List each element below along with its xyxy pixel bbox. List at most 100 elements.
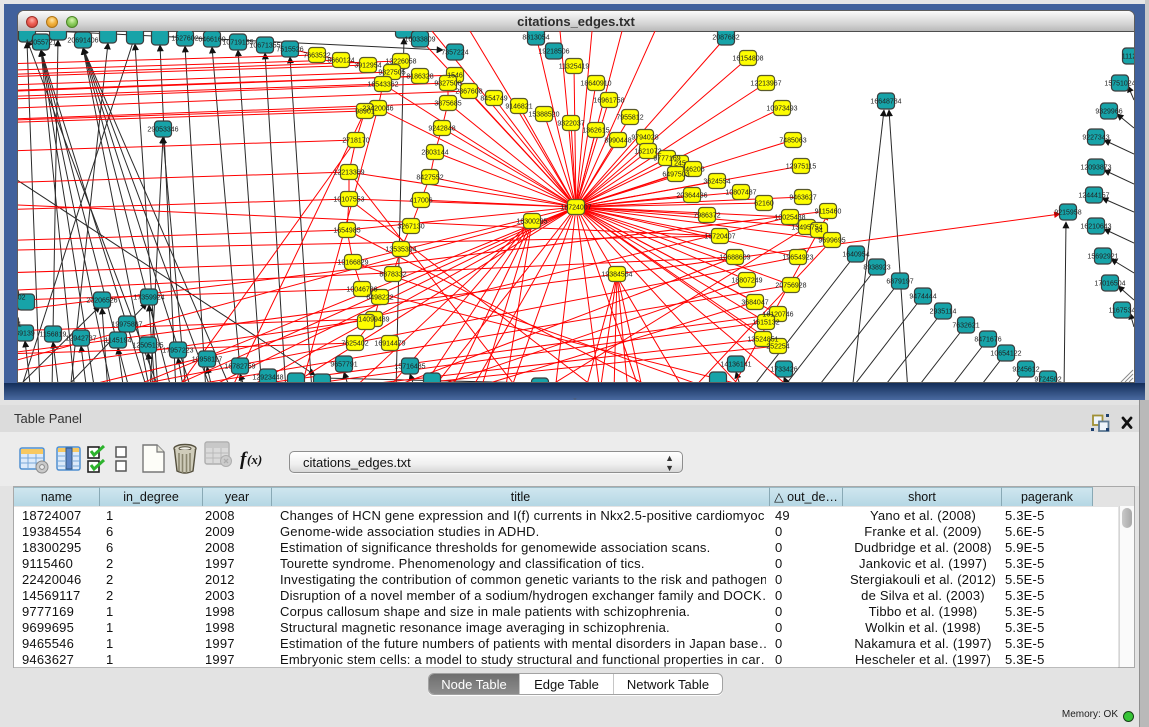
svg-text:10046786: 10046786: [346, 287, 377, 294]
svg-text:2367608: 2367608: [455, 89, 482, 96]
svg-text:2935114: 2935114: [930, 309, 957, 316]
svg-text:17016504: 17016504: [1094, 281, 1125, 288]
svg-text:7485063: 7485063: [779, 138, 806, 145]
svg-text:6879197: 6879197: [886, 279, 913, 286]
svg-text:98901: 98901: [355, 109, 375, 116]
svg-text:12213967: 12213967: [750, 81, 781, 88]
svg-text:18724007: 18724007: [560, 205, 591, 212]
svg-text:62160: 62160: [754, 201, 774, 208]
svg-text:417006: 417006: [409, 198, 432, 205]
svg-text:3912954: 3912954: [354, 63, 381, 70]
svg-text:12942737: 12942737: [65, 336, 96, 343]
svg-text:10958117: 10958117: [192, 357, 223, 364]
svg-text:16782759: 16782759: [224, 364, 255, 371]
svg-text:8990448: 8990448: [604, 138, 631, 145]
svg-text:19218506: 19218506: [538, 49, 569, 56]
svg-text:8938923: 8938923: [863, 265, 890, 272]
svg-text:20691406: 20691406: [67, 38, 98, 45]
svg-text:10654122: 10654122: [990, 351, 1021, 358]
svg-text:2803144: 2803144: [421, 150, 448, 157]
svg-text:9215958: 9215958: [1054, 210, 1081, 217]
svg-text:8813054: 8813054: [522, 35, 549, 42]
svg-text:13226058: 13226058: [385, 59, 416, 66]
svg-text:11124: 11124: [1122, 54, 1134, 61]
svg-text:14055721: 14055721: [25, 40, 56, 47]
svg-text:7986372: 7986372: [693, 213, 720, 220]
svg-text:11325419: 11325419: [559, 64, 590, 71]
svg-text:2087682: 2087682: [712, 35, 739, 42]
svg-text:9245612: 9245612: [1012, 367, 1039, 374]
svg-text:435061: 435061: [18, 322, 22, 329]
svg-text:16210643: 16210643: [1080, 224, 1111, 231]
svg-text:1527602: 1527602: [171, 36, 198, 43]
svg-text:18300295: 18300295: [516, 219, 547, 226]
svg-text:17359924: 17359924: [133, 295, 164, 302]
svg-text:15388520: 15388520: [528, 112, 559, 119]
svg-text:14099489: 14099489: [358, 317, 389, 324]
svg-text:20206526: 20206526: [86, 298, 117, 305]
svg-text:1156819: 1156819: [40, 332, 67, 339]
svg-text:1362615: 1362615: [582, 128, 609, 135]
svg-text:12923448: 12923448: [252, 375, 283, 382]
svg-text:9242848: 9242848: [428, 126, 455, 133]
svg-text:9322037: 9322037: [557, 121, 584, 128]
svg-text:9327505: 9327505: [378, 70, 405, 77]
svg-text:8186328: 8186328: [406, 74, 433, 81]
svg-text:8471676: 8471676: [974, 337, 1001, 344]
svg-text:18640910: 18640910: [580, 81, 611, 88]
svg-text:10025438: 10025438: [774, 215, 805, 222]
svg-text:9227343: 9227343: [1082, 135, 1109, 142]
svg-text:7357224: 7357224: [441, 50, 468, 57]
svg-text:15692921: 15692921: [1087, 254, 1118, 261]
svg-text:12093873: 12093873: [1080, 165, 1111, 172]
svg-text:3267130: 3267130: [397, 224, 424, 231]
svg-text:9657791: 9657791: [330, 362, 357, 369]
svg-text:16154808: 16154808: [732, 56, 763, 63]
svg-text:19654923: 19654923: [782, 255, 813, 262]
svg-text:9115460: 9115460: [815, 209, 842, 216]
svg-text:12505135: 12505135: [132, 343, 163, 350]
svg-text:1546: 1546: [447, 73, 463, 80]
svg-text:19975887: 19975887: [111, 322, 142, 329]
svg-text:15751024: 15751024: [1104, 81, 1134, 88]
svg-text:8878332: 8878332: [379, 272, 406, 279]
svg-text:1145194: 1145194: [105, 338, 132, 345]
svg-text:1654985: 1654985: [333, 228, 360, 235]
svg-text:3875685: 3875685: [434, 101, 461, 108]
svg-text:19384554: 19384554: [601, 272, 632, 279]
svg-text:12444157: 12444157: [1078, 193, 1109, 200]
svg-text:3684047: 3684047: [741, 300, 768, 307]
svg-text:17957223: 17957223: [162, 348, 193, 355]
svg-text:8427552: 8427552: [416, 175, 443, 182]
svg-text:16961758: 16961758: [593, 98, 624, 105]
svg-text:9329966: 9329966: [1095, 109, 1122, 116]
svg-text:9474444: 9474444: [909, 294, 936, 301]
svg-text:10807487: 10807487: [725, 190, 756, 197]
svg-text:10107553: 10107553: [333, 197, 364, 204]
svg-text:252254: 252254: [766, 344, 789, 351]
svg-text:9327508: 9327508: [434, 81, 461, 88]
svg-text:16648784: 16648784: [870, 99, 901, 106]
svg-text:7625402: 7625402: [341, 341, 368, 348]
svg-text:16914479: 16914479: [374, 341, 405, 348]
svg-text:9146821: 9146821: [505, 104, 532, 111]
svg-text:12213369: 12213369: [333, 170, 364, 177]
svg-text:39139: 39139: [18, 331, 35, 338]
svg-text:6497503: 6497503: [662, 172, 689, 179]
svg-text:19166829: 19166829: [337, 260, 368, 267]
svg-text:7632621: 7632621: [952, 323, 979, 330]
svg-text:12975115: 12975115: [786, 164, 817, 171]
svg-text:9699695: 9699695: [818, 238, 845, 245]
svg-text:13524851: 13524851: [747, 337, 778, 344]
svg-text:3624554: 3624554: [703, 179, 730, 186]
svg-text:10973493: 10973493: [766, 106, 797, 113]
svg-text:16033809: 16033809: [404, 37, 435, 44]
svg-text:1621072: 1621072: [634, 149, 661, 156]
svg-text:29053346: 29053346: [147, 127, 178, 134]
svg-text:16543362: 16543362: [367, 82, 398, 89]
svg-text:7955812: 7955812: [616, 115, 643, 122]
svg-text:26160502: 26160502: [18, 295, 26, 302]
svg-text:20756928: 20756928: [775, 283, 806, 290]
svg-text:8660124: 8660124: [327, 58, 354, 65]
svg-text:18807249: 18807249: [731, 278, 762, 285]
